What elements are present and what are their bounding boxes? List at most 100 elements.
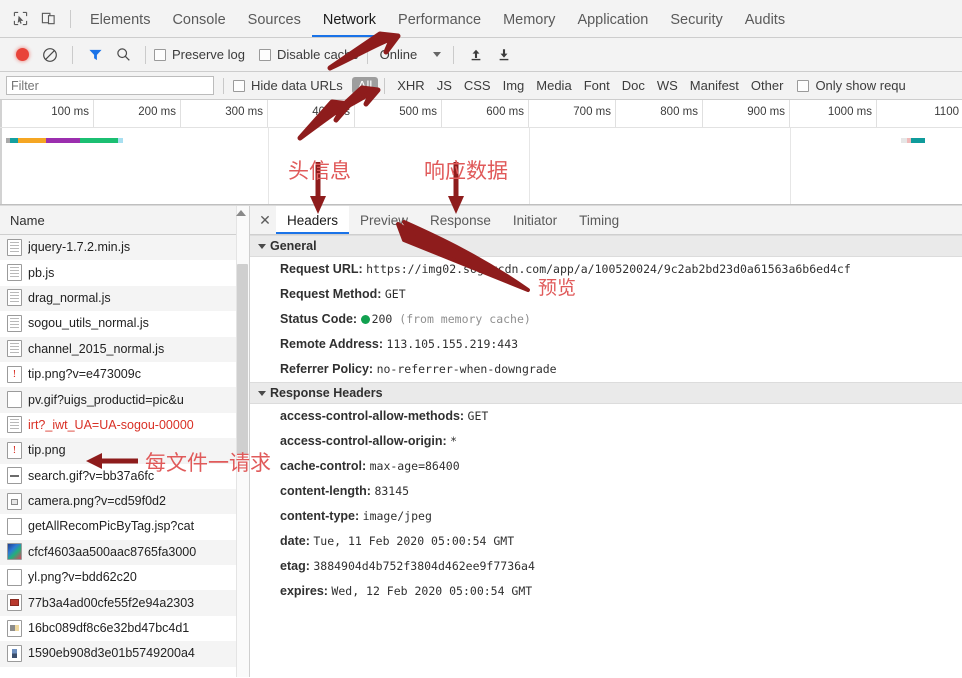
scroll-up-arrow-icon[interactable] [236, 210, 246, 216]
section-response-headers[interactable]: Response Headers [250, 382, 962, 404]
request-row[interactable]: sogou_utils_normal.js [0, 311, 249, 336]
request-row[interactable]: yl.png?v=bdd62c20 [0, 565, 249, 590]
header-key: Referrer Policy: [280, 362, 377, 376]
disable-cache-checkbox[interactable]: Disable cache [258, 47, 359, 62]
header-value: 200 [371, 312, 393, 326]
request-row[interactable]: jquery-1.7.2.min.js [0, 235, 249, 261]
file-type-blank-icon [7, 517, 22, 535]
request-row[interactable]: channel_2015_normal.js [0, 336, 249, 362]
request-row[interactable]: 77b3a4ad00cfe55f2e94a2303 [0, 590, 249, 616]
filter-type-img[interactable]: Img [497, 77, 531, 94]
timeline-tick-label: 900 ms [747, 106, 785, 118]
tab-memory[interactable]: Memory [492, 0, 566, 37]
toolbar-divider-2 [72, 45, 73, 64]
tab-audits[interactable]: Audits [734, 0, 796, 37]
filter-type-css[interactable]: CSS [458, 77, 497, 94]
timeline-tick: 1000 ms [790, 100, 877, 127]
clear-icon[interactable] [36, 42, 64, 68]
timeline-tick: 200 ms [94, 100, 181, 127]
request-name: search.gif?v=bb37a6fc [28, 468, 155, 483]
section-general-label: General [270, 239, 317, 253]
request-row[interactable]: irt?_iwt_UA=UA-sogou-00000 [0, 413, 249, 438]
filter-input[interactable] [6, 76, 214, 95]
toolbar-divider-4 [366, 45, 368, 64]
header-value: 83145 [374, 484, 410, 498]
header-value: https://img02.sogoucdn.com/app/a/1005200… [366, 262, 851, 276]
tab-elements[interactable]: Elements [79, 0, 161, 37]
filter-type-other[interactable]: Other [745, 77, 790, 94]
request-row[interactable]: pv.gif?uigs_productid=pic&u [0, 387, 249, 413]
timeline-overview[interactable]: 100 ms 200 ms 300 ms 400 ms 500 ms 600 ms 700 … [0, 100, 962, 205]
file-type-img-b-icon [7, 594, 22, 612]
header-row: cache-control: max-age=86400 [250, 454, 962, 479]
request-row[interactable]: cfcf4603aa500aac8765fa3000 [0, 539, 249, 566]
import-har-icon[interactable] [462, 42, 490, 68]
file-type-img-c-icon [7, 619, 22, 637]
timeline-tick: 500 ms [355, 100, 442, 127]
inspect-element-icon[interactable] [6, 6, 34, 32]
triangle-down-icon [258, 243, 266, 249]
request-name: jquery-1.7.2.min.js [28, 240, 131, 255]
section-response-headers-label: Response Headers [270, 386, 383, 400]
request-row[interactable]: getAllRecomPicByTag.jsp?cat [0, 514, 249, 539]
network-toolbar: Preserve log Disable cache Online [0, 38, 962, 72]
request-row[interactable]: search.gif?v=bb37a6fc [0, 464, 249, 489]
record-dot [15, 48, 29, 61]
throttle-dropdown[interactable]: Online [376, 47, 446, 62]
tab-response[interactable]: Response [419, 206, 502, 234]
filter-type-xhr[interactable]: XHR [391, 77, 430, 94]
request-row[interactable]: 1590eb908d3e01b5749200a4 [0, 641, 249, 667]
filter-type-all[interactable]: All [351, 77, 379, 94]
filter-funnel-icon[interactable] [81, 42, 109, 68]
tab-console[interactable]: Console [161, 0, 236, 37]
devtools-tabbar: Elements Console Sources Network Perform… [0, 0, 962, 38]
checkbox-box [258, 48, 271, 61]
device-toolbar-icon[interactable] [34, 6, 62, 32]
request-list-header[interactable]: Name [0, 206, 249, 235]
export-har-icon[interactable] [490, 42, 518, 68]
network-split: Name jquery-1.7.2.min.js pb.js drag_normal… [0, 205, 962, 677]
hide-data-urls-checkbox[interactable]: Hide data URLs [233, 78, 343, 93]
filter-type-font[interactable]: Font [578, 77, 616, 94]
header-value: max-age=86400 [369, 459, 460, 473]
search-icon[interactable] [109, 42, 137, 68]
only-show-blocked-checkbox[interactable]: Only show requ [797, 78, 906, 93]
close-icon[interactable]: ✕ [254, 206, 276, 234]
request-row[interactable]: tip.png [0, 438, 249, 464]
header-value: 113.105.155.219:443 [386, 337, 519, 351]
filter-type-ws[interactable]: WS [651, 77, 684, 94]
tab-preview[interactable]: Preview [349, 206, 419, 234]
filter-type-manifest[interactable]: Manifest [684, 77, 745, 94]
tab-timing[interactable]: Timing [568, 206, 630, 234]
preserve-log-checkbox[interactable]: Preserve log [154, 47, 245, 62]
filter-divider [223, 77, 224, 94]
overview-gridline [268, 128, 269, 204]
request-list-scrollbar-thumb[interactable] [237, 264, 248, 454]
filter-type-doc[interactable]: Doc [616, 77, 651, 94]
request-row[interactable]: pb.js [0, 260, 249, 285]
hide-data-urls-label: Hide data URLs [251, 78, 343, 93]
tab-headers[interactable]: Headers [276, 206, 350, 234]
request-name: 77b3a4ad00cfe55f2e94a2303 [28, 595, 195, 610]
tab-initiator[interactable]: Initiator [502, 206, 568, 234]
timeline-ruler: 100 ms 200 ms 300 ms 400 ms 500 ms 600 ms 700 … [0, 100, 962, 128]
tab-security[interactable]: Security [659, 0, 733, 37]
request-row[interactable]: drag_normal.js [0, 285, 249, 312]
only-show-blocked-label: Only show requ [815, 78, 906, 93]
tab-network[interactable]: Network [312, 0, 387, 37]
record-button[interactable] [8, 42, 36, 68]
request-row[interactable]: tip.png?v=e473009c [0, 362, 249, 387]
section-general[interactable]: General [250, 235, 962, 257]
filter-type-js[interactable]: JS [431, 77, 458, 94]
tab-application[interactable]: Application [566, 0, 659, 37]
tab-sources[interactable]: Sources [237, 0, 312, 37]
header-value-note: (from memory cache) [392, 312, 531, 326]
request-row[interactable]: camera.png?v=cd59f0d2 [0, 488, 249, 515]
tab-performance[interactable]: Performance [387, 0, 492, 37]
header-row: expires: Wed, 12 Feb 2020 05:00:54 GMT [250, 579, 962, 604]
timeline-tick-label: 200 ms [138, 106, 176, 118]
request-rows: jquery-1.7.2.min.js pb.js drag_normal.js so… [0, 235, 249, 677]
filter-type-media[interactable]: Media [530, 77, 577, 94]
request-row[interactable]: 16bc089df8c6e32bd47bc4d1 [0, 616, 249, 641]
overview-request-bar [901, 138, 925, 143]
